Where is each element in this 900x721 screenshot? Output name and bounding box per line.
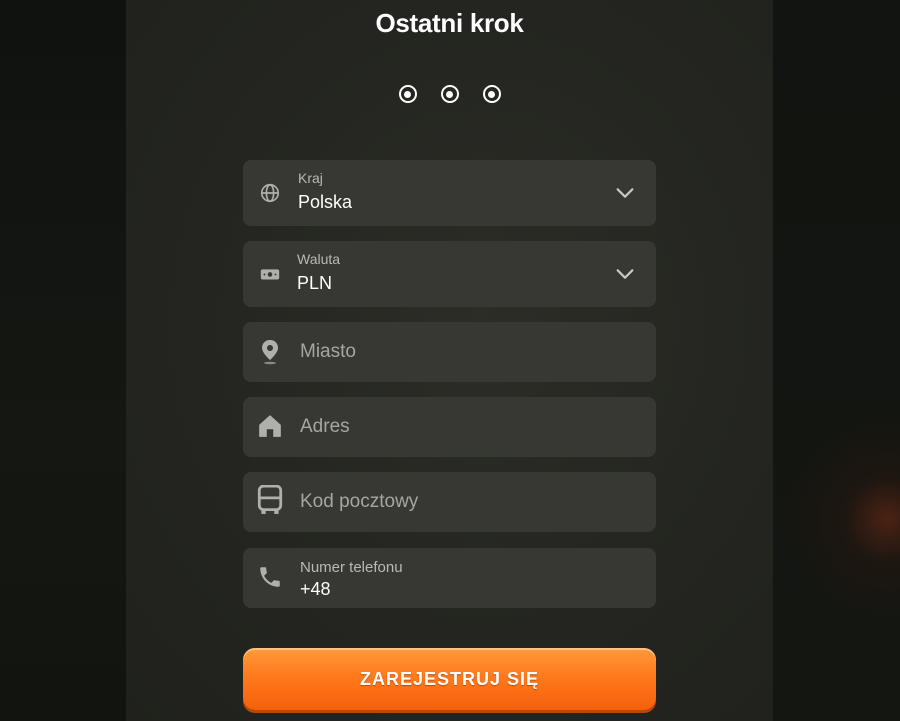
- country-select[interactable]: Kraj Polska: [243, 160, 656, 226]
- banknote-icon: [257, 261, 283, 287]
- step-dot-2: [440, 85, 459, 103]
- step-dot-1: [398, 85, 417, 103]
- currency-value: PLN: [297, 273, 333, 293]
- postal-code-field[interactable]: Kod pocztowy: [243, 472, 656, 532]
- home-icon: [257, 413, 283, 439]
- page-title: Ostatni krok: [375, 8, 524, 38]
- postal-code-placeholder: Kod pocztowy: [300, 491, 419, 512]
- register-button[interactable]: ZAREJESTRUJ SIĘ: [243, 648, 656, 710]
- globe-icon: [257, 180, 283, 206]
- currency-label: Waluta: [297, 251, 341, 267]
- background-right: [773, 0, 900, 721]
- currency-select[interactable]: Waluta PLN: [243, 241, 656, 307]
- city-field[interactable]: Miasto: [243, 322, 656, 382]
- mailbox-icon: [257, 485, 283, 514]
- address-placeholder: Adres: [300, 416, 350, 437]
- phone-field[interactable]: Numer telefonu +48: [243, 548, 656, 608]
- country-label: Kraj: [298, 170, 323, 186]
- address-field[interactable]: Adres: [243, 397, 656, 457]
- phone-value: +48: [300, 579, 331, 599]
- chevron-down-icon[interactable]: [614, 182, 636, 204]
- phone-label: Numer telefonu: [300, 559, 403, 576]
- step-dot-3: [482, 85, 501, 103]
- country-value: Polska: [298, 192, 353, 212]
- chevron-down-icon[interactable]: [614, 263, 636, 285]
- map-pin-icon: [257, 339, 283, 365]
- background-left: [0, 0, 126, 721]
- phone-icon: [257, 564, 283, 590]
- city-placeholder: Miasto: [300, 341, 356, 362]
- step-indicator: [126, 85, 773, 103]
- registration-modal: Ostatni krok Kraj Polska Waluta PLN Mias…: [126, 0, 773, 721]
